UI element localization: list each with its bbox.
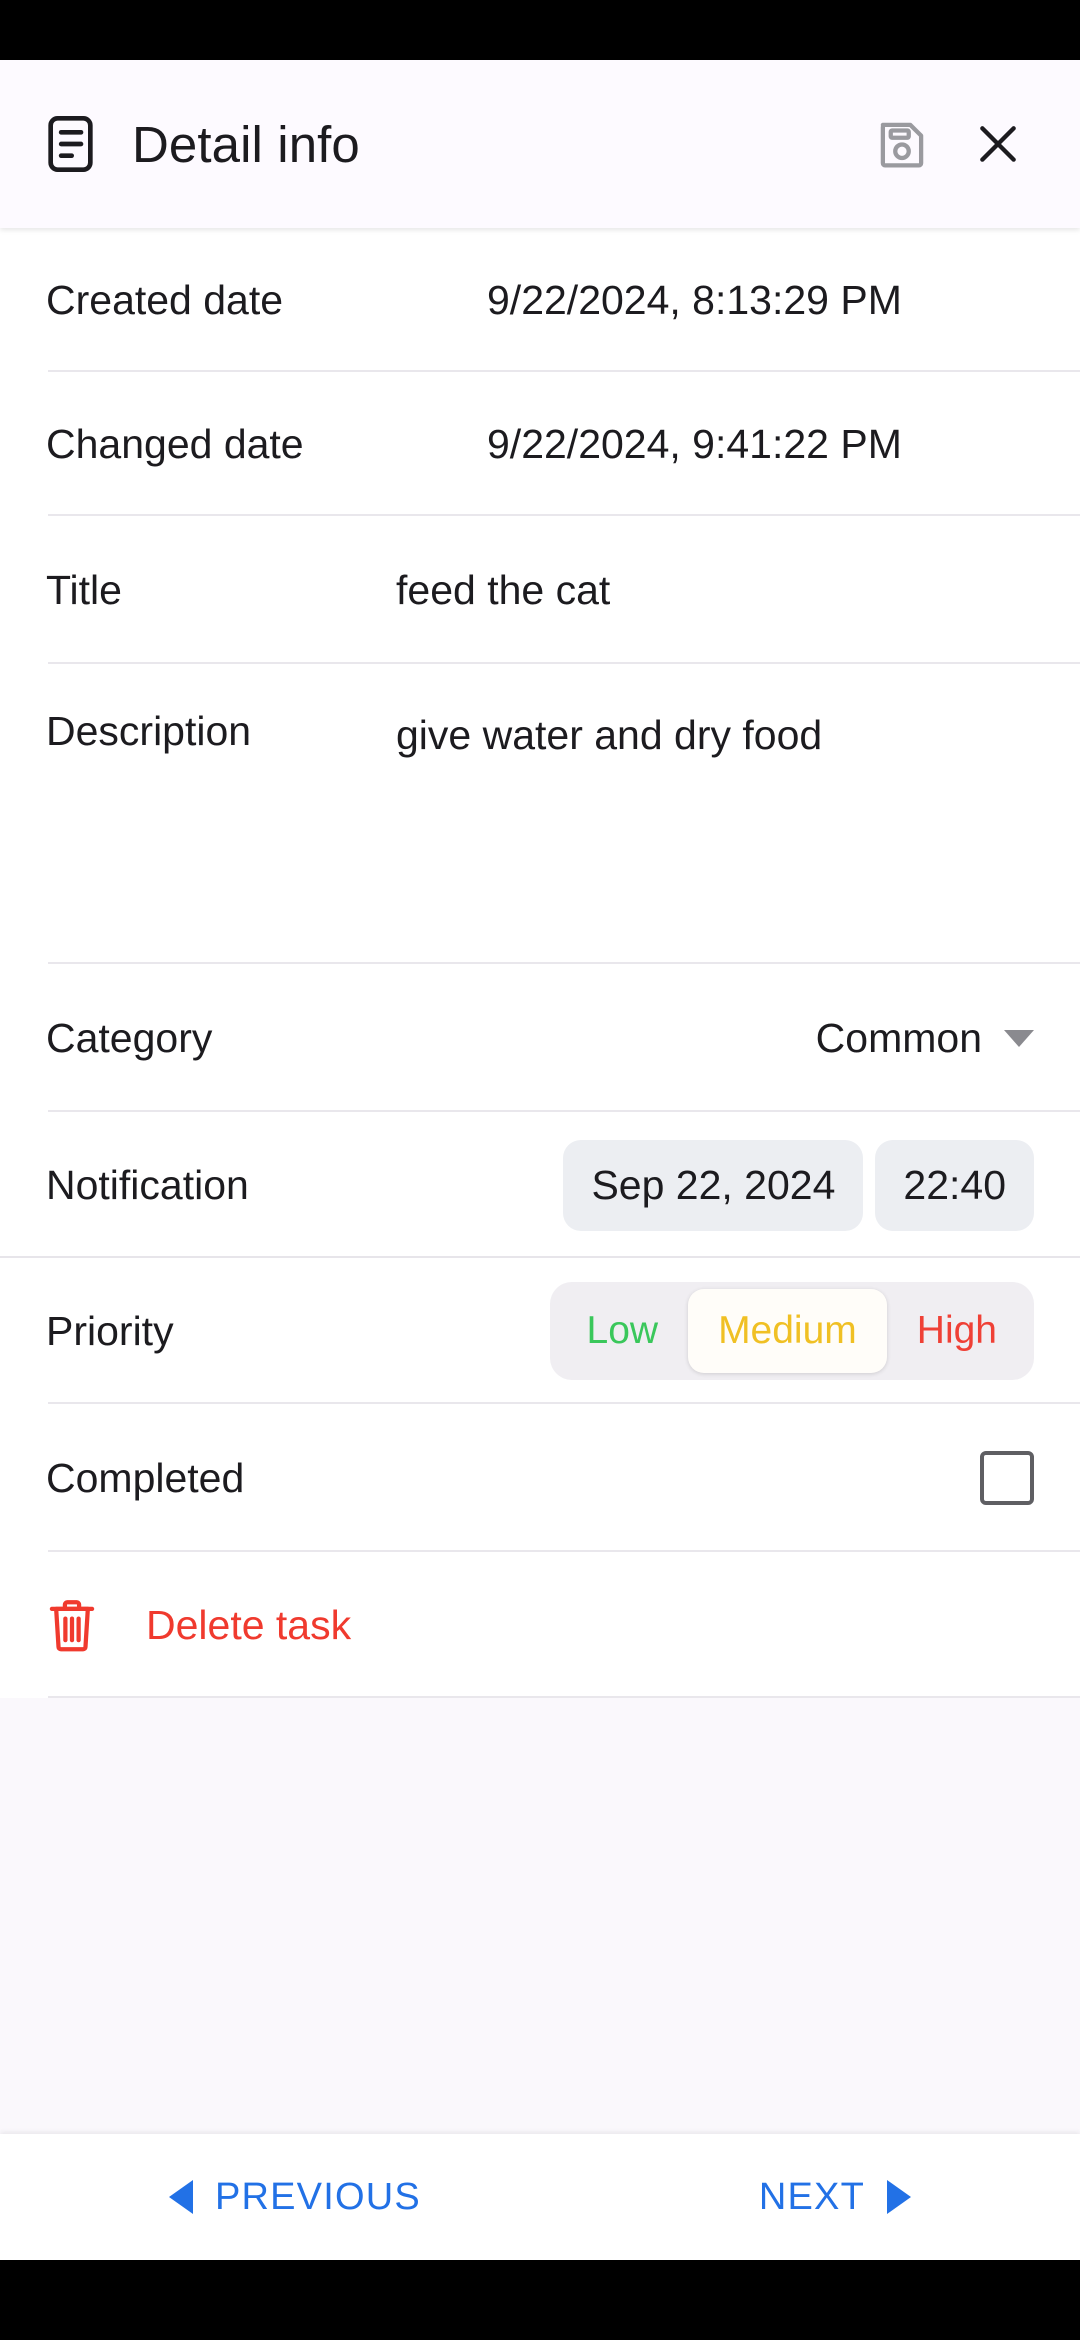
next-button[interactable]: NEXT: [737, 2160, 933, 2235]
notification-date-chip[interactable]: Sep 22, 2024: [563, 1139, 864, 1231]
category-value: Common: [815, 1014, 982, 1061]
divider: [48, 1696, 1080, 1698]
chevron-down-icon: [1004, 1029, 1034, 1047]
close-x-icon: [973, 119, 1023, 169]
priority-label: Priority: [46, 1307, 174, 1354]
previous-button[interactable]: PREVIOUS: [147, 2160, 443, 2235]
row-priority: Priority Low Medium High: [0, 1258, 1080, 1404]
system-navigation-bar: [0, 2260, 1080, 2340]
empty-space: [0, 1698, 1080, 2134]
title-input[interactable]: feed the cat: [396, 567, 610, 614]
priority-segmented-control: Low Medium High: [549, 1282, 1034, 1380]
document-note-icon: [46, 113, 102, 175]
completed-label: Completed: [46, 1454, 245, 1501]
triangle-left-icon: [168, 2180, 193, 2214]
save-button[interactable]: [854, 96, 950, 192]
row-notification: Notification Sep 22, 2024 22:40: [0, 1112, 1080, 1258]
changed-date-label: Changed date: [46, 420, 304, 467]
created-date-label: Created date: [46, 276, 284, 323]
row-completed: Completed: [0, 1404, 1080, 1552]
bottom-navigation-bar: PREVIOUS NEXT: [0, 2134, 1080, 2260]
changed-date-value: 9/22/2024, 9:41:22 PM: [487, 420, 902, 467]
row-description[interactable]: Description give water and dry food: [0, 664, 1080, 964]
notification-chips: Sep 22, 2024 22:40: [563, 1139, 1034, 1231]
title-label: Title: [46, 566, 122, 613]
page-title: Detail info: [132, 115, 360, 173]
description-label: Description: [46, 708, 252, 754]
floppy-save-icon: [875, 117, 929, 171]
next-label: NEXT: [758, 2175, 866, 2218]
delete-task-label: Delete task: [146, 1601, 352, 1648]
created-date-value: 9/22/2024, 8:13:29 PM: [487, 276, 902, 323]
close-button[interactable]: [950, 96, 1046, 192]
trash-icon: [46, 1596, 98, 1654]
description-input[interactable]: give water and dry food: [396, 708, 822, 763]
priority-option-low[interactable]: Low: [557, 1289, 689, 1373]
notification-time-chip[interactable]: 22:40: [875, 1139, 1034, 1231]
row-category[interactable]: Category Common: [0, 964, 1080, 1112]
completed-checkbox[interactable]: [980, 1451, 1034, 1505]
phone-screen: Detail info Created date 9/22/2024, 8:13…: [0, 0, 1080, 2340]
priority-option-high[interactable]: High: [887, 1289, 1027, 1373]
previous-label: PREVIOUS: [214, 2175, 421, 2218]
app-container: Detail info Created date 9/22/2024, 8:13…: [0, 60, 1080, 2260]
app-header: Detail info: [0, 60, 1080, 228]
notification-label: Notification: [46, 1161, 249, 1208]
triangle-right-icon: [887, 2180, 912, 2214]
status-bar: [0, 0, 1080, 60]
detail-form: Created date 9/22/2024, 8:13:29 PM Chang…: [0, 228, 1080, 2134]
row-changed-date: Changed date 9/22/2024, 9:41:22 PM: [0, 372, 1080, 516]
delete-task-button[interactable]: Delete task: [0, 1552, 1080, 1698]
priority-option-medium[interactable]: Medium: [688, 1289, 887, 1373]
category-label: Category: [46, 1014, 213, 1061]
category-dropdown[interactable]: Common: [816, 1015, 1034, 1062]
row-title[interactable]: Title feed the cat: [0, 516, 1080, 664]
row-created-date: Created date 9/22/2024, 8:13:29 PM: [0, 228, 1080, 372]
